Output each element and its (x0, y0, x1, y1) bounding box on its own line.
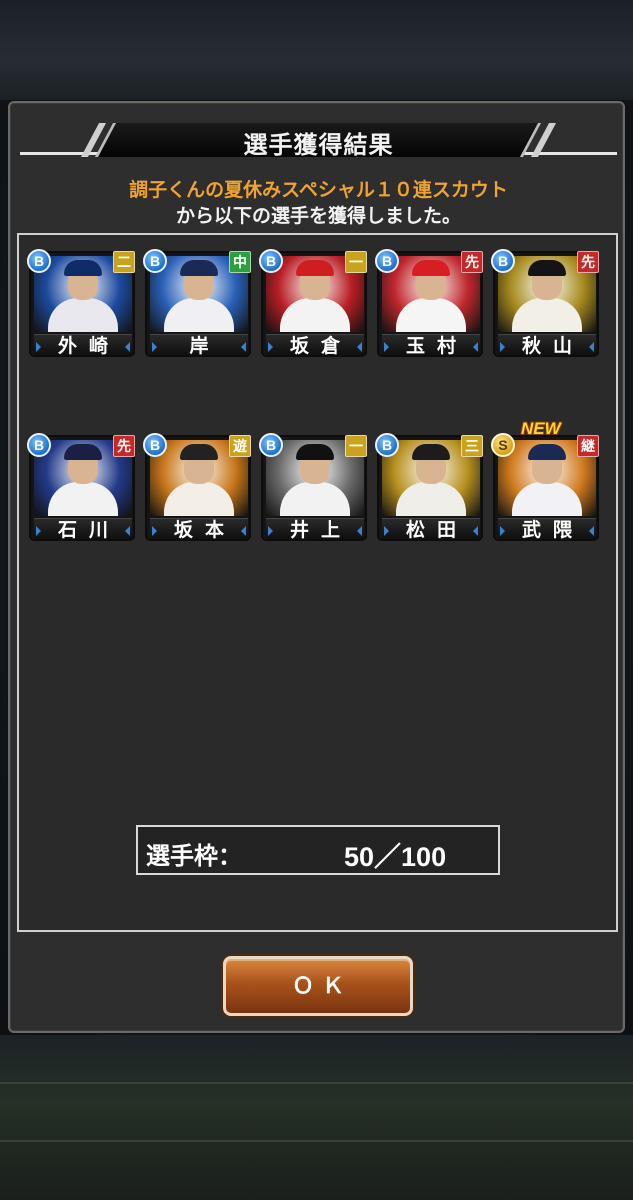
player-name: 岸 (189, 335, 221, 357)
roster-slots-value: 50／100 (344, 842, 447, 872)
player-name-plate: 玉村 (382, 334, 480, 357)
stadium-background-top (0, 0, 633, 100)
stadium-background-bottom (0, 1035, 633, 1200)
result-message: から以下の選手を獲得しました。 (175, 205, 461, 227)
result-dialog: 選手獲得結果 調子くんの夏休みスペシャル１０連スカウト から以下の選手を獲得しま… (8, 101, 625, 1033)
player-name: 外崎 (57, 335, 120, 357)
rank-badge-icon: B (375, 249, 399, 273)
player-cap (64, 444, 102, 460)
player-name: 秋山 (521, 335, 584, 357)
player-cap (412, 260, 450, 276)
player-cap (296, 444, 334, 460)
rank-badge-icon: B (491, 249, 515, 273)
player-card[interactable]: 秋山 B 先 (491, 249, 599, 358)
rank-badge-icon: B (143, 433, 167, 457)
player-card[interactable]: 玉村 B 先 (375, 249, 483, 358)
player-cap (296, 260, 334, 276)
position-badge: 一 (345, 251, 367, 273)
roster-slots-label: 選手枠： (146, 842, 242, 870)
player-name-plate: 岸 (150, 334, 248, 357)
player-cap (412, 444, 450, 460)
player-uniform (512, 482, 582, 516)
player-uniform (512, 298, 582, 332)
player-card[interactable]: 坂本 B 遊 (143, 433, 251, 542)
title-bar: 選手獲得結果 (20, 119, 617, 161)
player-card[interactable]: 外崎 B 二 (27, 249, 135, 358)
rank-badge-icon: B (27, 249, 51, 273)
player-uniform (164, 482, 234, 516)
player-name: 石川 (57, 519, 120, 541)
player-name: 玉村 (405, 335, 468, 357)
player-name-plate: 井上 (266, 518, 364, 541)
player-name: 坂倉 (289, 335, 352, 357)
player-cap (528, 444, 566, 460)
dialog-title: 選手獲得結果 (243, 131, 394, 159)
ok-button[interactable]: ＯＫ (223, 956, 413, 1016)
player-card[interactable]: 岸 B 中 (143, 249, 251, 358)
player-cap (528, 260, 566, 276)
position-badge: 二 (113, 251, 135, 273)
player-name-plate: 石川 (34, 518, 132, 541)
player-name: 武隈 (521, 519, 584, 541)
player-card[interactable]: 坂倉 B 一 (259, 249, 367, 358)
player-uniform (280, 298, 350, 332)
player-card[interactable]: 松田 B 三 (375, 433, 483, 542)
position-badge: 遊 (229, 435, 251, 457)
position-badge: 中 (229, 251, 251, 273)
player-uniform (280, 482, 350, 516)
player-uniform (396, 298, 466, 332)
position-badge: 先 (577, 251, 599, 273)
rank-badge-icon: S (491, 433, 515, 457)
player-name-plate: 秋山 (498, 334, 596, 357)
player-cap (180, 444, 218, 460)
rank-badge-icon: B (375, 433, 399, 457)
player-cap (64, 260, 102, 276)
new-badge: NEW (521, 419, 561, 438)
rank-badge-icon: B (259, 249, 283, 273)
player-name-plate: 松田 (382, 518, 480, 541)
field-line (0, 1082, 633, 1084)
field-line (0, 1140, 633, 1142)
player-name-plate: 武隈 (498, 518, 596, 541)
player-name-plate: 坂本 (150, 518, 248, 541)
position-badge: 先 (113, 435, 135, 457)
position-badge: 三 (461, 435, 483, 457)
player-cap (180, 260, 218, 276)
player-uniform (396, 482, 466, 516)
player-name: 坂本 (173, 519, 236, 541)
position-badge: 一 (345, 435, 367, 457)
player-uniform (164, 298, 234, 332)
rank-badge-icon: B (27, 433, 51, 457)
scout-name: 調子くんの夏休みスペシャル１０連スカウト (129, 179, 508, 201)
player-name-plate: 坂倉 (266, 334, 364, 357)
player-card[interactable]: 武隈 S 継 NEW (491, 419, 599, 542)
player-name-plate: 外崎 (34, 334, 132, 357)
roster-slots-box: 選手枠： 50／100 (136, 825, 500, 875)
rank-badge-icon: B (259, 433, 283, 457)
player-card[interactable]: 井上 B 一 (259, 433, 367, 542)
position-badge: 継 (577, 435, 599, 457)
player-card[interactable]: 石川 B 先 (27, 433, 135, 542)
player-name: 井上 (289, 519, 352, 541)
player-name: 松田 (405, 519, 468, 541)
player-uniform (48, 482, 118, 516)
position-badge: 先 (461, 251, 483, 273)
rank-badge-icon: B (143, 249, 167, 273)
player-uniform (48, 298, 118, 332)
